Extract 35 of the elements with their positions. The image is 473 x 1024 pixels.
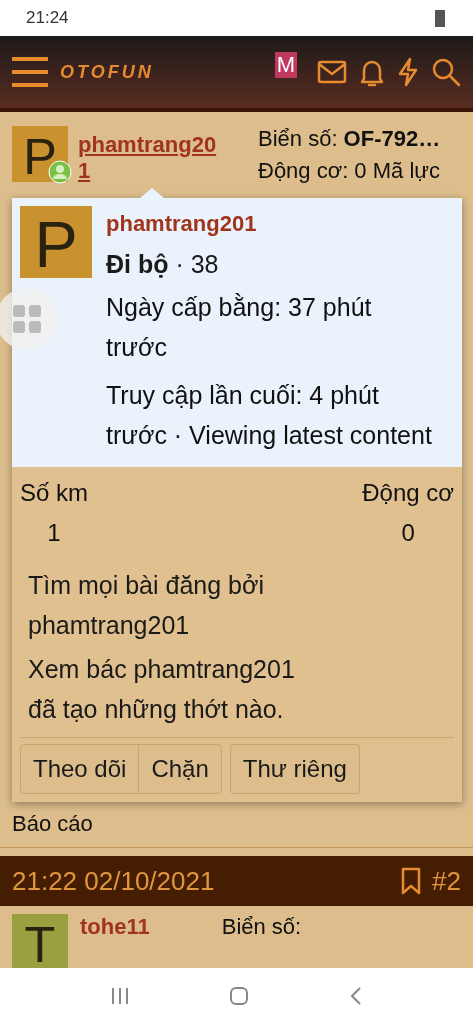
report-link[interactable]: Báo cáo xyxy=(12,811,461,837)
username-link[interactable]: phamtrang201 xyxy=(78,132,228,184)
clock-time: 21:24 xyxy=(26,8,69,28)
username-link[interactable]: phamtrang201 xyxy=(106,206,436,242)
user-avatar: T xyxy=(12,914,68,968)
mail-icon[interactable] xyxy=(317,60,347,84)
search-icon[interactable] xyxy=(431,57,461,87)
engine-power: Động cơ: 0 Mã lực xyxy=(258,158,441,184)
user-badge[interactable]: M xyxy=(274,52,297,78)
action-button[interactable]: Theo dõi xyxy=(20,744,140,795)
site-logo[interactable]: OTOFUN xyxy=(60,61,154,83)
username-link[interactable]: tohe11 xyxy=(80,914,150,940)
stat-value: 0 xyxy=(401,519,415,548)
menu-icon[interactable] xyxy=(12,57,48,87)
action-button[interactable]: Chặn xyxy=(138,744,222,795)
profile-link[interactable]: Tìm mọi bài đăng bởi phamtrang201 xyxy=(28,565,328,646)
post-number[interactable]: #2 xyxy=(432,865,461,897)
back-icon[interactable] xyxy=(349,986,364,1006)
lightning-icon[interactable] xyxy=(397,57,419,87)
plate-label: Biển số: xyxy=(221,914,302,940)
user-avatar: P xyxy=(20,206,92,278)
profile-link[interactable]: Xem bác phamtrang201 đã tạo những thớt nào. xyxy=(28,649,328,730)
last-seen: Truy cập lần cuối: 4 phút trước · Viewing latest content xyxy=(106,380,433,452)
home-icon[interactable] xyxy=(229,986,250,1006)
user-rank: Đi bộ · 38 xyxy=(106,249,220,280)
recent-apps-icon[interactable] xyxy=(109,987,130,1005)
stat-label: Động cơ xyxy=(362,479,454,508)
plate-number: Biển số: OF-792… xyxy=(258,126,441,152)
joined-date: Ngày cấp bằng: 37 phút trước xyxy=(106,292,373,364)
bookmark-icon[interactable] xyxy=(400,867,423,895)
battery-icon xyxy=(433,8,447,28)
action-button[interactable]: Thư riêng xyxy=(229,744,360,795)
post-date: 21:22 02/10/2021 xyxy=(12,865,215,897)
stat-label: Số km xyxy=(20,479,88,508)
stat-value: 1 xyxy=(47,519,61,548)
